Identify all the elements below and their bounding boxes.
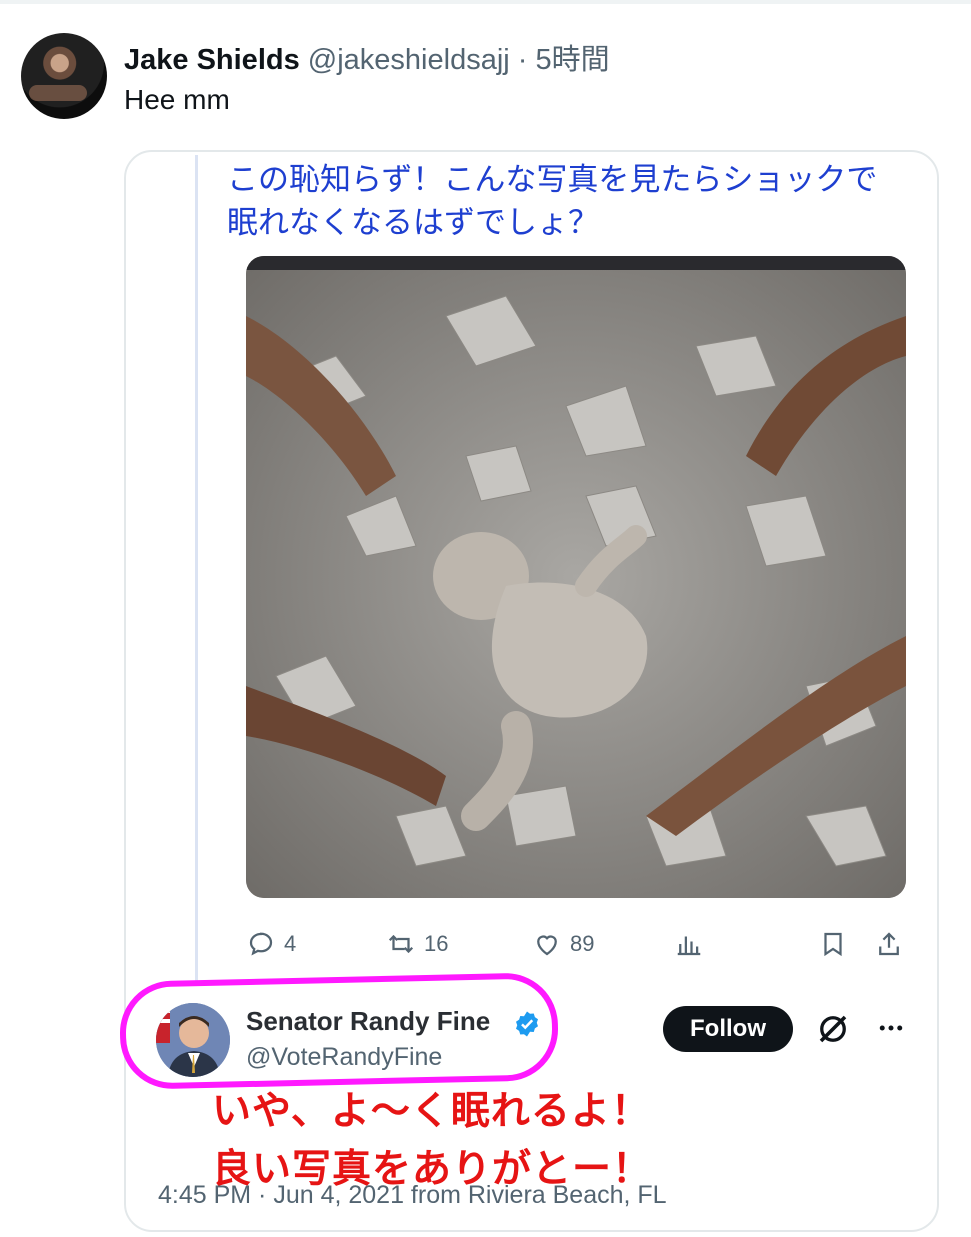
tweet-text: Hee mm <box>124 84 230 115</box>
bookmark-icon <box>824 932 842 957</box>
like-count: 89 <box>570 931 595 956</box>
author-avatar[interactable] <box>21 33 107 119</box>
highlight-circle-annotation <box>118 972 560 1090</box>
more-icon[interactable] <box>876 1013 906 1043</box>
avatar-arm-detail <box>29 85 87 101</box>
reply-icon <box>249 932 273 956</box>
overlay-reply-line-1: いや、よ〜く眠れるよ！ <box>212 1090 651 1133</box>
embedded-timestamp[interactable]: 4:45 PM · Jun 4, 2021 from Riviera Beach… <box>158 1181 667 1210</box>
bookmark-action[interactable] <box>818 922 848 966</box>
like-icon <box>537 935 557 956</box>
grok-icon[interactable] <box>815 1011 851 1047</box>
follow-button[interactable]: Follow <box>663 1006 793 1052</box>
quoted-comment-line-1: この恥知らず！こんな写真を見たらショックで <box>227 162 878 197</box>
like-action[interactable]: 89 <box>532 922 594 966</box>
retweet-action[interactable]: 16 <box>386 922 448 966</box>
top-divider <box>0 0 971 4</box>
author-name[interactable]: Jake Shields <box>124 44 300 76</box>
share-action[interactable] <box>874 922 904 966</box>
photo-illustration <box>246 256 906 898</box>
retweet-icon <box>388 934 414 954</box>
quoted-comment-line-2: 眠れなくなるはずでしょ？ <box>227 205 599 240</box>
retweet-count: 16 <box>424 931 449 956</box>
quote-thread-line <box>195 155 198 985</box>
views-icon <box>677 936 701 956</box>
quoted-comment: この恥知らず！こんな写真を見たらショックで 眠れなくなるはずでしょ？ <box>227 158 937 244</box>
header-separator: · <box>517 44 528 76</box>
reply-action[interactable]: 4 <box>246 922 296 966</box>
share-icon <box>879 932 899 956</box>
author-handle[interactable]: @jakeshieldsajj <box>308 44 510 76</box>
tweet-photo[interactable] <box>246 256 906 898</box>
action-bar: 4 16 89 <box>246 922 914 966</box>
reply-count: 4 <box>284 931 297 956</box>
tweet-time[interactable]: 5時間 <box>536 44 610 76</box>
tweet-header: Jake Shields @jakeshieldsajj · 5時間 <box>124 36 610 78</box>
views-action[interactable] <box>674 922 704 966</box>
